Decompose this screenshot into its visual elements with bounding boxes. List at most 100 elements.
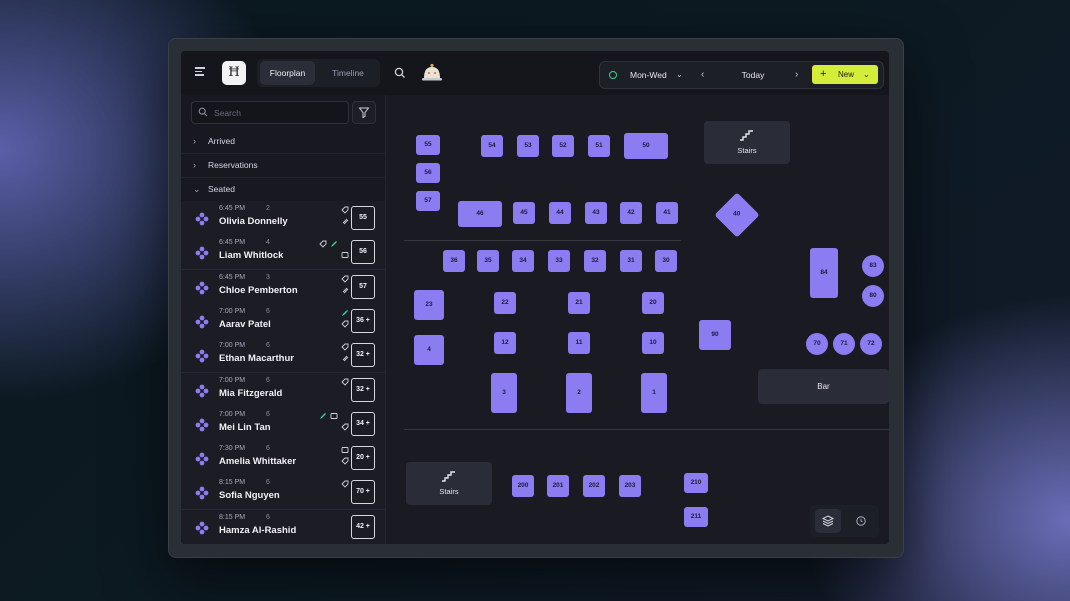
table-12[interactable]: 12: [494, 332, 516, 354]
table-2[interactable]: 2: [566, 373, 592, 413]
table-40[interactable]: 40: [714, 192, 760, 238]
table-4[interactable]: 4: [414, 335, 444, 365]
table-57[interactable]: 57: [416, 191, 440, 211]
table-56[interactable]: 56: [416, 163, 440, 183]
chevron-right-icon[interactable]: ›: [795, 62, 798, 88]
reservation-row[interactable]: 7:00 PM 6 Mei Lin Tan 34 +: [181, 406, 385, 442]
table-80[interactable]: 80: [862, 285, 884, 307]
chevron-left-icon[interactable]: ‹: [701, 62, 704, 88]
table-41[interactable]: 41: [656, 202, 678, 224]
guest-avatar-icon: [195, 246, 209, 260]
note-icon: [330, 412, 338, 419]
table-23[interactable]: 23: [414, 290, 444, 320]
table-72[interactable]: 72: [860, 333, 882, 355]
reservation-row[interactable]: 6:45 PM 2 Olivia Donnelly 55: [181, 201, 385, 236]
app-screen: Ħ Floorplan Timeline Mon-Wed ⌄ ‹ Today ›…: [181, 51, 889, 544]
reservation-row[interactable]: 7:30 PM 6 Amelia Whittaker 20 +: [181, 441, 385, 477]
search-input[interactable]: [212, 104, 346, 122]
table-202[interactable]: 202: [583, 475, 605, 497]
search-icon[interactable]: [394, 67, 406, 79]
assigned-table-badge[interactable]: 32 +: [351, 343, 375, 368]
table-43[interactable]: 43: [585, 202, 607, 224]
table-42[interactable]: 42: [620, 202, 642, 224]
table-11[interactable]: 11: [568, 332, 590, 354]
tab-timeline[interactable]: Timeline: [319, 61, 377, 85]
filter-button[interactable]: [352, 101, 376, 124]
table-21[interactable]: 21: [568, 292, 590, 314]
assigned-table-badge[interactable]: 42 +: [351, 514, 375, 539]
table-211[interactable]: 211: [684, 507, 708, 527]
day-range-select[interactable]: Mon-Wed: [630, 62, 667, 88]
section-reservations[interactable]: › Reservations: [181, 153, 385, 178]
reservation-time: 7:30 PM: [219, 445, 246, 453]
table-1[interactable]: 1: [641, 373, 667, 413]
menu-icon[interactable]: [195, 67, 205, 77]
section-seated[interactable]: ⌄ Seated: [181, 177, 385, 202]
table-44[interactable]: 44: [549, 202, 571, 224]
history-button[interactable]: [848, 509, 874, 533]
table-52[interactable]: 52: [552, 135, 574, 157]
table-10[interactable]: 10: [642, 332, 664, 354]
reservation-row[interactable]: 8:15 PM 6 Sofia Nguyen 70 +: [181, 475, 385, 511]
table-36[interactable]: 36: [443, 250, 465, 272]
chevron-down-icon[interactable]: ⌄: [863, 65, 870, 84]
table-20[interactable]: 20: [642, 292, 664, 314]
table-84[interactable]: 84: [810, 248, 838, 298]
table-90[interactable]: 90: [699, 320, 731, 350]
table-70[interactable]: 70: [806, 333, 828, 355]
table-210[interactable]: 210: [684, 473, 708, 493]
reservation-row[interactable]: 6:45 PM 3 Chloe Pemberton 57: [181, 269, 385, 305]
date-label[interactable]: Today: [728, 62, 778, 88]
status-dot-icon: [609, 71, 617, 79]
assigned-table-badge[interactable]: 36 +: [351, 308, 375, 333]
assigned-table-badge[interactable]: 56: [351, 240, 375, 265]
guest-avatar-icon: [195, 418, 209, 432]
table-203[interactable]: 203: [619, 475, 641, 497]
tag-icon: [341, 275, 349, 283]
reservation-row[interactable]: 8:15 PM 6 Hamza Al-Rashid 42 +: [181, 509, 385, 544]
new-reservation-button[interactable]: + New ⌄: [812, 65, 878, 84]
table-55[interactable]: 55: [416, 135, 440, 155]
assigned-table-badge[interactable]: 32 +: [351, 377, 375, 402]
table-201[interactable]: 201: [547, 475, 569, 497]
layers-button[interactable]: [815, 509, 841, 533]
assigned-table-badge[interactable]: 34 +: [351, 411, 375, 436]
table-71[interactable]: 71: [833, 333, 855, 355]
assigned-table-badge[interactable]: 57: [351, 274, 375, 299]
reservation-sidebar: › Arrived › Reservations ⌄ Seated 6:45 P…: [181, 95, 386, 544]
table-83[interactable]: 83: [862, 255, 884, 277]
table-35[interactable]: 35: [477, 250, 499, 272]
chevron-down-icon[interactable]: ⌄: [676, 62, 683, 88]
table-200[interactable]: 200: [512, 475, 534, 497]
guest-name: Sofia Nguyen: [219, 490, 280, 502]
section-arrived[interactable]: › Arrived: [181, 129, 385, 154]
table-32[interactable]: 32: [584, 250, 606, 272]
service-bell-icon[interactable]: [419, 61, 445, 83]
table-46[interactable]: 46: [458, 201, 502, 227]
assigned-table-badge[interactable]: 20 +: [351, 446, 375, 471]
reservation-tags: [331, 515, 351, 541]
table-53[interactable]: 53: [517, 135, 539, 157]
reservation-row[interactable]: 6:45 PM 4 Liam Whitlock 56: [181, 235, 385, 271]
assigned-table-badge[interactable]: 70 +: [351, 480, 375, 505]
table-34[interactable]: 34: [512, 250, 534, 272]
reservation-time: 7:00 PM: [219, 376, 246, 384]
reservation-row[interactable]: 7:00 PM 6 Aarav Patel 36 +: [181, 303, 385, 339]
chevron-right-icon: ›: [193, 136, 196, 146]
table-50[interactable]: 50: [624, 133, 668, 159]
bar-counter: Bar: [758, 369, 889, 404]
table-31[interactable]: 31: [620, 250, 642, 272]
table-22[interactable]: 22: [494, 292, 516, 314]
tag-icon: [341, 320, 349, 328]
assigned-table-badge[interactable]: 55: [351, 206, 375, 230]
table-54[interactable]: 54: [481, 135, 503, 157]
table-51[interactable]: 51: [588, 135, 610, 157]
tab-floorplan[interactable]: Floorplan: [260, 61, 315, 85]
reservation-row[interactable]: 7:00 PM 6 Ethan Macarthur 32 +: [181, 338, 385, 374]
pencil-icon: [320, 412, 326, 419]
table-33[interactable]: 33: [548, 250, 570, 272]
table-3[interactable]: 3: [491, 373, 517, 413]
table-30[interactable]: 30: [655, 250, 677, 272]
table-45[interactable]: 45: [513, 202, 535, 224]
reservation-row[interactable]: 7:00 PM 6 Mia Fitzgerald 32 +: [181, 372, 385, 408]
